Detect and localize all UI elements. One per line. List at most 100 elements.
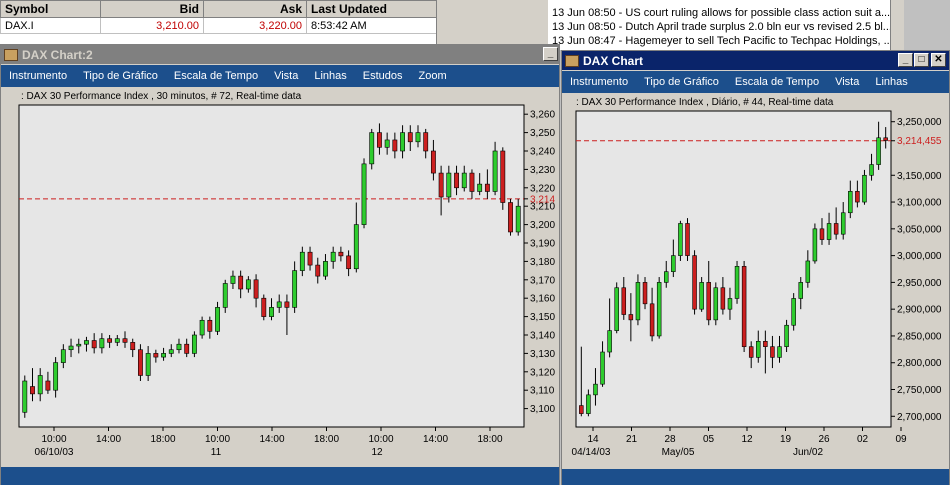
candle xyxy=(784,324,789,347)
y-tick-label: 3,150,000 xyxy=(897,171,942,182)
chart-area[interactable]: : DAX 30 Performance Index , Diário, # 4… xyxy=(562,93,949,469)
menu-item-linhas[interactable]: Linhas xyxy=(306,70,354,82)
x-tick-label: 05 xyxy=(703,434,715,445)
window-title: DAX Chart xyxy=(583,53,644,68)
menu-item-linhas[interactable]: Linhas xyxy=(867,76,915,88)
candle xyxy=(469,172,475,192)
candle xyxy=(805,260,811,283)
candlestick-chart[interactable]: 3,250,000 3,214,455 3,150,000 3,100,000 3,05… xyxy=(562,93,949,469)
y-tick-label: 3,130 xyxy=(530,349,555,360)
y-tick-label: 3,190 xyxy=(530,239,555,250)
candle xyxy=(446,172,452,198)
y-tick-label: 3,220 xyxy=(530,183,555,194)
candle xyxy=(500,150,506,203)
y-tick-label: 2,800,000 xyxy=(897,358,942,369)
candle xyxy=(607,330,612,353)
menu-item-instrumento[interactable]: Instrumento xyxy=(1,70,75,82)
news-scrollbar[interactable] xyxy=(890,0,904,50)
minimize-button[interactable]: _ xyxy=(898,53,913,67)
candle xyxy=(756,341,761,358)
candle xyxy=(628,314,634,321)
menu-item-zoom[interactable]: Zoom xyxy=(411,70,455,82)
candle xyxy=(664,271,669,283)
news-item[interactable]: 13 Jun 08:50 - US court ruling allows fo… xyxy=(548,6,890,20)
candle xyxy=(579,405,584,414)
quote-grid[interactable]: Symbol Bid Ask Last Updated DAX.I 3,210.… xyxy=(0,0,437,44)
background-area xyxy=(904,0,950,50)
x-tick-label: 19 xyxy=(780,434,792,445)
candle xyxy=(741,266,747,347)
col-last-updated-header[interactable]: Last Updated xyxy=(306,0,436,18)
col-symbol-header[interactable]: Symbol xyxy=(0,0,101,18)
candlestick-chart[interactable]: 3,2603,2503,2403,2303,2203,2143,2103,200… xyxy=(1,87,559,467)
candle xyxy=(269,307,274,317)
y-tick-label: 3,180 xyxy=(530,257,555,268)
window-titlebar[interactable]: DAX Chart:2 _ xyxy=(1,45,559,64)
candle xyxy=(706,282,711,321)
menu-item-instrumento[interactable]: Instrumento xyxy=(562,76,636,88)
y-tick-label: 2,900,000 xyxy=(897,305,942,316)
x-tick-label: 10:00 xyxy=(368,434,393,445)
candle xyxy=(222,283,228,308)
candle xyxy=(454,172,459,189)
col-ask-header[interactable]: Ask xyxy=(203,0,307,18)
x-date-label: 11 xyxy=(211,447,222,458)
candle xyxy=(600,351,605,385)
candle xyxy=(593,383,598,396)
table-row[interactable]: DAX.I 3,210.00 3,220.00 8:53:42 AM xyxy=(0,17,436,34)
y-tick-label: 3,230 xyxy=(530,165,555,176)
news-ticker[interactable]: 13 Jun 08:50 - US court ruling allows fo… xyxy=(548,0,890,50)
minimize-button[interactable]: _ xyxy=(543,47,558,61)
candle xyxy=(307,251,313,266)
chart-area[interactable]: : DAX 30 Performance Index , 30 minutos,… xyxy=(1,87,559,467)
candle xyxy=(438,172,444,198)
y-tick-label: 3,110 xyxy=(530,386,555,397)
news-item[interactable]: 13 Jun 08:47 - Hagemeyer to sell Tech Pa… xyxy=(548,34,890,48)
y-tick-label: 3,260 xyxy=(530,110,555,121)
candle xyxy=(400,132,405,152)
candle xyxy=(692,255,697,310)
x-tick-label: 21 xyxy=(626,434,638,445)
plot-area xyxy=(18,104,525,428)
candle xyxy=(869,164,874,176)
y-tick-label: 2,700,000 xyxy=(897,412,942,423)
menu-item-tipo-de-gr-fico[interactable]: Tipo de Gráfico xyxy=(75,70,166,82)
y-tick-label: 3,250,000 xyxy=(897,117,942,128)
candle xyxy=(76,343,82,347)
chart-window-left[interactable]: DAX Chart:2 _ Instrumento Tipo de Gráfico… xyxy=(0,44,560,485)
x-tick-label: 18:00 xyxy=(314,434,339,445)
menu-item-vista[interactable]: Vista xyxy=(266,70,306,82)
menu-item-escala-de-tempo[interactable]: Escala de Tempo xyxy=(727,76,827,88)
background-area xyxy=(437,0,548,50)
candle xyxy=(68,345,74,351)
x-tick-label: 14:00 xyxy=(423,434,448,445)
menu-item-vista[interactable]: Vista xyxy=(827,76,867,88)
candle xyxy=(161,353,166,358)
candle xyxy=(215,307,220,332)
y-tick-label: 3,160 xyxy=(530,294,555,305)
x-tick-label: 02 xyxy=(857,434,869,445)
candle xyxy=(338,251,344,257)
cell-symbol: DAX.I xyxy=(0,17,101,34)
candle xyxy=(614,287,619,331)
menu-item-estudos[interactable]: Estudos xyxy=(355,70,411,82)
menu-item-escala-de-tempo[interactable]: Escala de Tempo xyxy=(166,70,266,82)
y-tick-label: 3,250 xyxy=(530,128,555,139)
close-button[interactable]: ✕ xyxy=(931,53,946,67)
y-tick-label: 3,120 xyxy=(530,367,555,378)
candle xyxy=(392,139,398,152)
candle xyxy=(777,346,782,358)
maximize-button[interactable]: □ xyxy=(914,53,929,67)
candle xyxy=(99,338,105,349)
x-tick-label: 14:00 xyxy=(96,434,121,445)
menu-item-tipo-de-gr-fico[interactable]: Tipo de Gráfico xyxy=(636,76,727,88)
col-bid-header[interactable]: Bid xyxy=(100,0,204,18)
news-item[interactable]: 13 Jun 08:50 - Dutch April trade surplus… xyxy=(548,20,890,34)
window-titlebar[interactable]: DAX Chart _ □ ✕ xyxy=(562,51,949,70)
candle xyxy=(407,132,413,143)
candle xyxy=(477,183,483,192)
candle xyxy=(763,341,768,347)
candle xyxy=(323,261,328,277)
window-title: DAX Chart:2 xyxy=(22,47,93,62)
chart-window-right[interactable]: DAX Chart _ □ ✕ Instrumento Tipo de Gráfi… xyxy=(561,50,950,485)
